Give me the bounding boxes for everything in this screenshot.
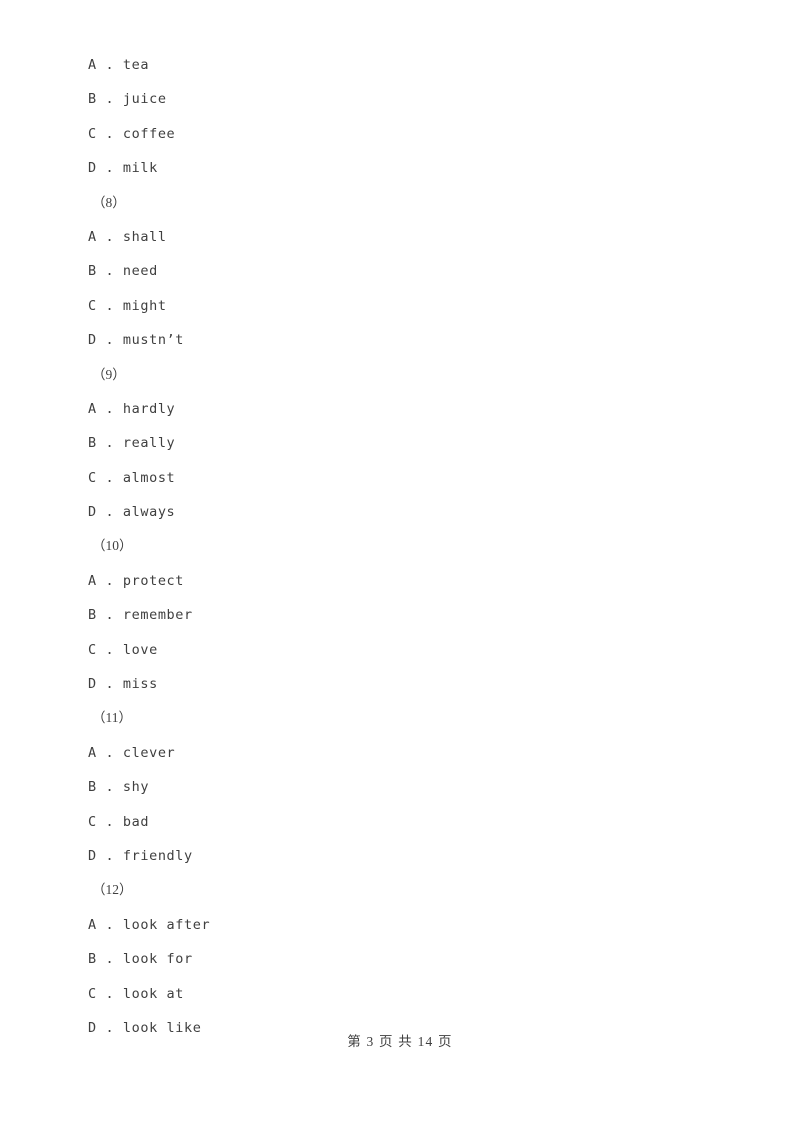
question-list: A . tea B . juice C . coffee D . milk （8） A .… (88, 48, 728, 1045)
answer-option: C . love (88, 641, 158, 658)
answer-option: C . bad (88, 813, 150, 830)
answer-option: B . remember (88, 607, 193, 624)
answer-option: A . shall (88, 228, 167, 245)
answer-option: C . might (88, 297, 167, 314)
answer-option: C . almost (88, 469, 176, 486)
answer-option: A . protect (88, 572, 185, 589)
answer-option: B . really (88, 435, 176, 452)
answer-option: C . look at (88, 985, 185, 1002)
answer-option: D . always (88, 504, 176, 521)
answer-option: D . mustn’t (88, 332, 185, 349)
question-number: （8） (92, 194, 126, 210)
answer-option: A . tea (88, 57, 150, 73)
answer-option: B . look for (88, 951, 193, 968)
question-number: （12） (92, 882, 133, 898)
question-number: （10） (92, 538, 133, 554)
answer-option: D . friendly (88, 847, 193, 864)
answer-option: A . look after (88, 916, 211, 933)
answer-option: B . juice (88, 91, 167, 108)
answer-option: A . hardly (88, 400, 176, 417)
answer-option: D . miss (88, 676, 158, 693)
answer-option: B . shy (88, 779, 150, 796)
answer-option: C . coffee (88, 125, 176, 142)
document-page: A . tea B . juice C . coffee D . milk （8） A .… (0, 0, 800, 1132)
page-footer: 第 3 页 共 14 页 (347, 1034, 453, 1049)
question-number: （9） (92, 366, 126, 382)
answer-option: A . clever (88, 744, 176, 761)
answer-option: D . milk (88, 160, 158, 177)
question-number: （11） (92, 710, 132, 726)
answer-option: B . need (88, 263, 158, 280)
